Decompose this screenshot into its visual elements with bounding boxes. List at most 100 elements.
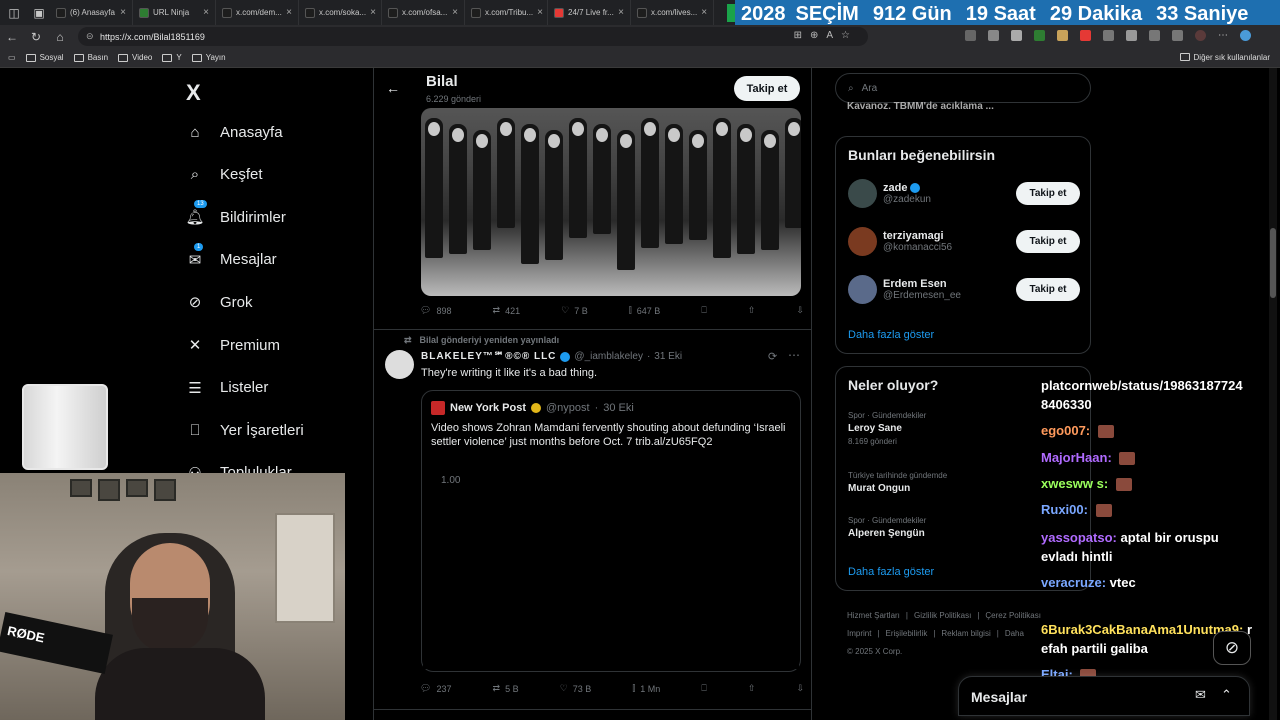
- follow-button[interactable]: Takip et: [1016, 278, 1080, 301]
- tab-actions-icon[interactable]: ▣: [28, 6, 50, 20]
- extension-icon[interactable]: [988, 30, 999, 41]
- tweet-photo[interactable]: [421, 108, 801, 296]
- grok-icon[interactable]: ⟳: [768, 350, 777, 363]
- messages-drawer[interactable]: Mesajlar ✉ ⌃: [958, 676, 1250, 716]
- bookmark-folder[interactable]: Basın: [73, 53, 108, 62]
- new-message-icon[interactable]: ✉: [1195, 687, 1206, 703]
- sidebar-item-mesajlar[interactable]: ✉ 1 Mesajlar: [186, 242, 277, 269]
- avatar[interactable]: [848, 227, 877, 256]
- more-menu-icon[interactable]: ⋯: [1218, 30, 1228, 41]
- footer-link[interactable]: Daha: [1005, 625, 1024, 643]
- reading-list-icon[interactable]: ▭: [8, 53, 16, 62]
- bookmark-folder[interactable]: Yayın: [191, 53, 226, 62]
- browser-tab[interactable]: x.com/soka... ×: [299, 0, 382, 25]
- avatar[interactable]: [848, 275, 877, 304]
- extension-icon[interactable]: [1103, 30, 1114, 41]
- bookmark-button[interactable]: ⎕: [701, 305, 706, 316]
- avatar[interactable]: [385, 350, 414, 379]
- browser-tab[interactable]: URL Ninja ×: [133, 0, 216, 25]
- show-more-link[interactable]: Daha fazla göster: [848, 329, 934, 341]
- back-arrow-icon[interactable]: ←: [386, 80, 400, 96]
- reply-button[interactable]: 💬︎ 898: [420, 305, 451, 316]
- tweet-author[interactable]: BLAKELEY™℠®©® LLC: [421, 351, 556, 362]
- copilot-icon[interactable]: [1240, 30, 1251, 41]
- other-bookmarks[interactable]: Diğer sık kullanılanlar: [1179, 53, 1270, 62]
- tweet-date[interactable]: 31 Eki: [654, 351, 682, 362]
- close-icon[interactable]: ×: [618, 7, 624, 18]
- bookmark-folder[interactable]: Sosyal: [25, 53, 64, 62]
- sidebar-item-ke-fet[interactable]: ⌕ Keşfet: [186, 166, 263, 184]
- footer-link[interactable]: Çerez Politikası: [985, 607, 1041, 625]
- sidebar-item-yer-i-aretleri[interactable]: ⎕ Yer İşaretleri: [186, 421, 303, 439]
- close-icon[interactable]: ×: [537, 7, 543, 18]
- retweet-button[interactable]: ⇄ 5 B: [493, 683, 519, 694]
- sidebar-item-anasayfa[interactable]: ⌂ Anasayfa: [186, 123, 282, 141]
- download-button[interactable]: ⇩: [796, 683, 804, 694]
- trend-item[interactable]: Spor · Gündemdekiler Alperen Şengün: [848, 516, 926, 542]
- browser-tab[interactable]: x.com/ofsa... ×: [382, 0, 465, 25]
- quote-tweet[interactable]: New York Post @nypost · 30 Eki Video sho…: [421, 390, 801, 672]
- retweet-button[interactable]: ⇄ 421: [493, 305, 521, 316]
- close-icon[interactable]: ×: [370, 7, 376, 18]
- browser-menu-icon[interactable]: ◫: [0, 6, 28, 20]
- sidebar-item-grok[interactable]: ⊘ Grok: [186, 293, 253, 312]
- profile-avatar[interactable]: [1195, 30, 1206, 41]
- extension-icon[interactable]: [1034, 30, 1045, 41]
- browser-tab[interactable]: x.com/lives... ×: [631, 0, 714, 25]
- scrollbar[interactable]: [1269, 68, 1277, 720]
- tweet-handle[interactable]: @_iamblakeley: [574, 351, 643, 362]
- bookmark-button[interactable]: ⎕: [701, 683, 706, 694]
- footer-link[interactable]: Erişilebilirlik: [886, 625, 928, 643]
- extension-icon[interactable]: [1126, 30, 1137, 41]
- suggested-user[interactable]: Erdem Esen @Erdemesen_ee Takip et: [848, 275, 1080, 304]
- browser-tab[interactable]: x.com/dem... ×: [216, 0, 299, 25]
- site-info-icon[interactable]: ⊝: [86, 31, 94, 42]
- suggested-user[interactable]: terziyamagi @komanacci56 Takip et: [848, 227, 1080, 256]
- follow-button[interactable]: Takip et: [1016, 230, 1080, 253]
- browser-tab[interactable]: 24/7 Live fr... ×: [548, 0, 631, 25]
- footer-link[interactable]: Reklam bilgisi: [941, 625, 990, 643]
- url-actions-icon[interactable]: ⊞⊕A☆: [794, 30, 858, 41]
- footer-link[interactable]: Imprint: [847, 625, 871, 643]
- video-player[interactable]: 1.00: [423, 461, 799, 669]
- more-icon[interactable]: ⋯: [788, 348, 800, 362]
- extension-icon[interactable]: [1149, 30, 1160, 41]
- reload-icon[interactable]: ↻: [24, 30, 48, 44]
- share-button[interactable]: ⇧: [748, 683, 756, 694]
- browser-tab[interactable]: x.com/Tribu... ×: [465, 0, 548, 25]
- repost-note[interactable]: ⇄ Bilal gönderiyi yeniden yayınladı: [404, 335, 559, 346]
- close-icon[interactable]: ×: [203, 7, 209, 18]
- show-more-link[interactable]: Daha fazla göster: [848, 566, 934, 578]
- back-icon[interactable]: ←: [0, 30, 24, 44]
- scrollbar-thumb[interactable]: [1270, 228, 1276, 298]
- download-button[interactable]: ⇩: [796, 305, 804, 316]
- extension-icon[interactable]: [1011, 30, 1022, 41]
- bookmark-folder[interactable]: Video: [118, 53, 152, 62]
- close-icon[interactable]: ×: [452, 7, 458, 18]
- close-icon[interactable]: ×: [701, 7, 707, 18]
- extension-icon[interactable]: [965, 30, 976, 41]
- trend-item[interactable]: Spor · Gündemdekiler Leroy Sane 8.169 gö…: [848, 411, 926, 446]
- extension-icon[interactable]: [1172, 30, 1183, 41]
- url-field[interactable]: ⊝ https://x.com/Bilal1851169 ⊞⊕A☆: [78, 27, 868, 46]
- extension-icon[interactable]: [1080, 30, 1091, 41]
- close-icon[interactable]: ×: [286, 7, 292, 18]
- extension-icon[interactable]: [1057, 30, 1068, 41]
- trend-item[interactable]: Türkiye tarihinde gündemde Murat Ongun: [848, 471, 947, 497]
- expand-icon[interactable]: ⌃: [1221, 687, 1232, 703]
- suggested-user[interactable]: zade @zadekun Takip et: [848, 179, 1080, 208]
- like-button[interactable]: ♡ 73 B: [560, 683, 592, 694]
- home-browser-icon[interactable]: ⌂: [48, 30, 72, 44]
- reply-button[interactable]: 💬︎ 237: [420, 683, 451, 694]
- footer-link[interactable]: Hizmet Şartları: [847, 607, 900, 625]
- search-input[interactable]: ⌕ Ara: [835, 73, 1091, 103]
- views-button[interactable]: ⫿ 1 Mn: [632, 683, 660, 694]
- browser-tab[interactable]: (6) Anasayfa ×: [50, 0, 133, 25]
- x-logo[interactable]: X: [186, 80, 201, 106]
- sidebar-item-bildirimler[interactable]: 🔔︎ 13 Bildirimler: [185, 200, 286, 226]
- views-button[interactable]: ⫿ 647 B: [629, 305, 660, 316]
- close-icon[interactable]: ×: [120, 7, 126, 18]
- sidebar-item-premium[interactable]: ✕ Premium: [186, 336, 280, 355]
- avatar[interactable]: [848, 179, 877, 208]
- like-button[interactable]: ♡ 7 B: [561, 305, 588, 316]
